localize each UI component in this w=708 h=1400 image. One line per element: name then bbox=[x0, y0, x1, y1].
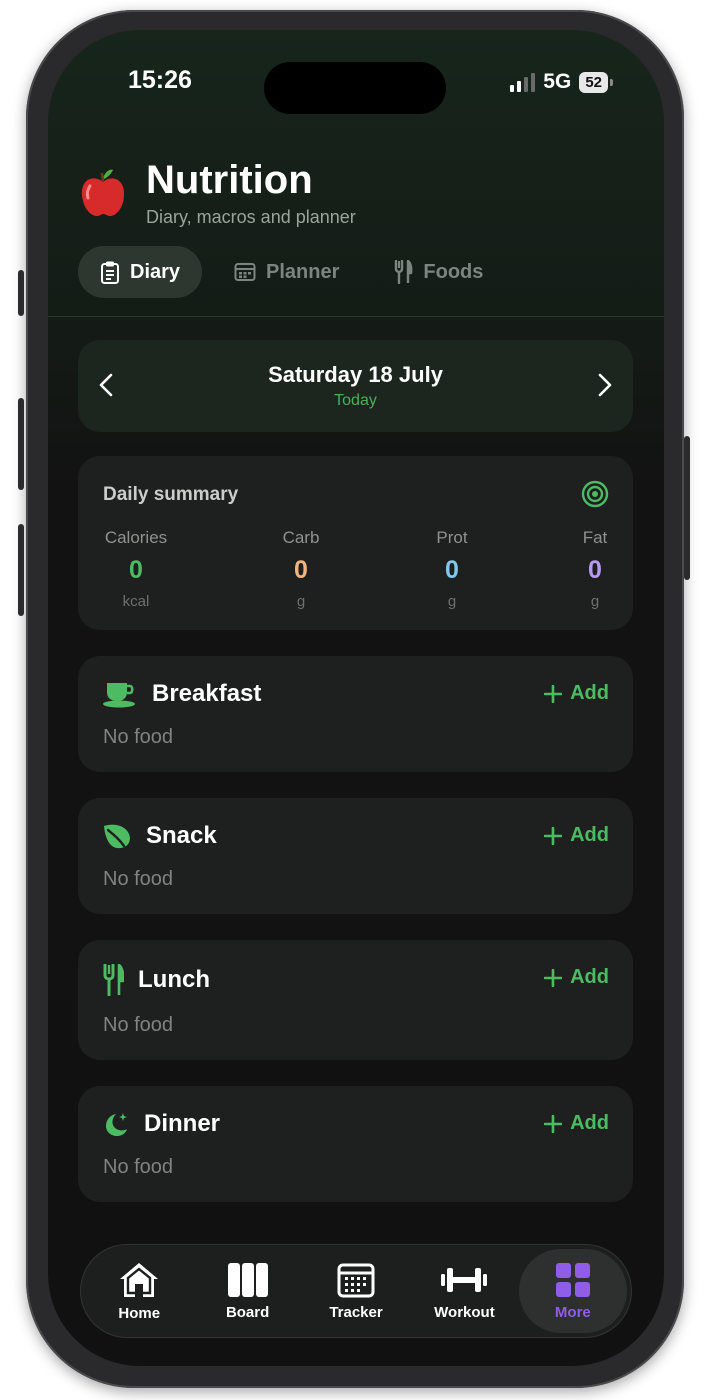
moon-icon bbox=[106, 1113, 127, 1136]
plus-icon bbox=[544, 1114, 563, 1133]
board-icon bbox=[227, 1262, 268, 1297]
tab-label: Diary bbox=[130, 260, 181, 283]
empty-state: No food bbox=[103, 868, 174, 890]
meal-card-dinner: Dinner Add No food bbox=[78, 1086, 633, 1202]
calendar-icon bbox=[234, 263, 256, 281]
battery-icon: 52 bbox=[579, 71, 613, 93]
tab-label: Planner bbox=[266, 260, 340, 283]
meal-name: Lunch bbox=[138, 966, 210, 993]
summary-title: Daily summary bbox=[103, 484, 239, 505]
macro-value: 0 bbox=[129, 556, 143, 584]
page-title: Nutrition bbox=[146, 158, 313, 202]
tab-bar: Diary Planner Foods bbox=[78, 246, 505, 298]
signal-icon bbox=[510, 72, 536, 92]
status-indicators: 5G 52 bbox=[510, 70, 613, 94]
utensils-icon bbox=[103, 964, 124, 996]
nav-label: More bbox=[554, 1303, 591, 1321]
tab-label: Foods bbox=[423, 260, 484, 283]
nav-label: Tracker bbox=[329, 1303, 383, 1321]
date-label: Saturday 18 July bbox=[268, 362, 443, 387]
add-label: Add bbox=[570, 824, 609, 846]
macro-unit: g bbox=[590, 593, 600, 610]
page-subtitle: Diary, macros and planner bbox=[146, 207, 356, 227]
meal-card-breakfast: Breakfast Add No food bbox=[78, 656, 633, 772]
header-divider bbox=[48, 316, 664, 317]
nav-workout[interactable]: Workout bbox=[410, 1249, 518, 1333]
empty-state: No food bbox=[103, 1156, 174, 1178]
add-lunch-button[interactable]: Add bbox=[544, 966, 609, 989]
network-label: 5G bbox=[543, 70, 572, 93]
nav-board[interactable]: Board bbox=[193, 1249, 301, 1333]
home-icon bbox=[120, 1262, 159, 1297]
chevron-right-icon[interactable] bbox=[589, 370, 619, 400]
power-button bbox=[684, 436, 690, 580]
tab-planner[interactable]: Planner bbox=[212, 246, 361, 298]
macro-label: Calories bbox=[104, 528, 168, 547]
add-breakfast-button[interactable]: Add bbox=[544, 682, 609, 705]
page-header: Nutrition Diary, macros and planner bbox=[80, 158, 356, 228]
plus-icon bbox=[544, 684, 563, 703]
bottom-nav: Home Board Tracker Workout More bbox=[80, 1244, 632, 1338]
nav-label: Board bbox=[225, 1303, 270, 1321]
macro-unit: g bbox=[447, 593, 457, 610]
macro-value: 0 bbox=[445, 556, 459, 584]
meal-name: Dinner bbox=[144, 1110, 221, 1137]
macro-label: Fat bbox=[582, 528, 608, 547]
meal-name: Snack bbox=[146, 822, 217, 849]
date-today-label: Today bbox=[334, 392, 377, 409]
macro-calories: Calories 0 kcal bbox=[86, 528, 186, 610]
macro-value: 0 bbox=[588, 556, 602, 584]
meal-name: Breakfast bbox=[152, 680, 262, 707]
volume-up-button bbox=[18, 398, 24, 490]
nav-more[interactable]: More bbox=[518, 1249, 628, 1333]
nav-label: Home bbox=[118, 1304, 161, 1322]
grid-icon bbox=[555, 1262, 590, 1297]
macro-label: Prot bbox=[436, 528, 468, 547]
volume-down-button bbox=[18, 524, 24, 616]
meal-card-snack: Snack Add No food bbox=[78, 798, 633, 914]
utensils-icon bbox=[395, 260, 413, 284]
tab-diary[interactable]: Diary bbox=[78, 246, 203, 298]
meal-card-lunch: Lunch Add No food bbox=[78, 940, 633, 1060]
calendar-grid-icon bbox=[337, 1263, 375, 1297]
add-label: Add bbox=[570, 1112, 609, 1134]
add-label: Add bbox=[570, 966, 609, 988]
add-dinner-button[interactable]: Add bbox=[544, 1112, 609, 1135]
leaf-icon bbox=[104, 824, 130, 849]
empty-state: No food bbox=[103, 726, 174, 748]
apple-icon bbox=[80, 168, 126, 218]
macro-value: 0 bbox=[294, 556, 308, 584]
add-snack-button[interactable]: Add bbox=[544, 824, 609, 847]
nav-tracker[interactable]: Tracker bbox=[302, 1249, 410, 1333]
empty-state: No food bbox=[103, 1014, 174, 1036]
tab-foods[interactable]: Foods bbox=[371, 246, 505, 298]
daily-summary-card: Daily summary Calories 0 kcal Carb 0 g P… bbox=[78, 456, 633, 630]
cup-icon bbox=[103, 683, 135, 708]
nav-home[interactable]: Home bbox=[85, 1249, 193, 1333]
dynamic-island bbox=[264, 62, 446, 114]
date-navigator: Saturday 18 July Today bbox=[78, 340, 633, 432]
macro-unit: g bbox=[296, 593, 306, 610]
silent-switch bbox=[18, 270, 24, 316]
plus-icon bbox=[544, 968, 563, 987]
app-screen: 15:26 5G 52 Nutrition Diary, macros and … bbox=[48, 30, 664, 1366]
macro-label: Carb bbox=[282, 528, 320, 547]
target-icon[interactable] bbox=[581, 480, 609, 508]
macro-protein: Prot 0 g bbox=[402, 528, 502, 610]
plus-icon bbox=[544, 826, 563, 845]
status-time: 15:26 bbox=[128, 66, 192, 94]
macro-unit: kcal bbox=[122, 593, 150, 610]
add-label: Add bbox=[570, 682, 609, 704]
dumbbell-icon bbox=[441, 1267, 488, 1292]
nav-label: Workout bbox=[434, 1303, 495, 1321]
clipboard-icon bbox=[101, 261, 119, 284]
macro-carb: Carb 0 g bbox=[251, 528, 351, 610]
macro-fat: Fat 0 g bbox=[545, 528, 645, 610]
